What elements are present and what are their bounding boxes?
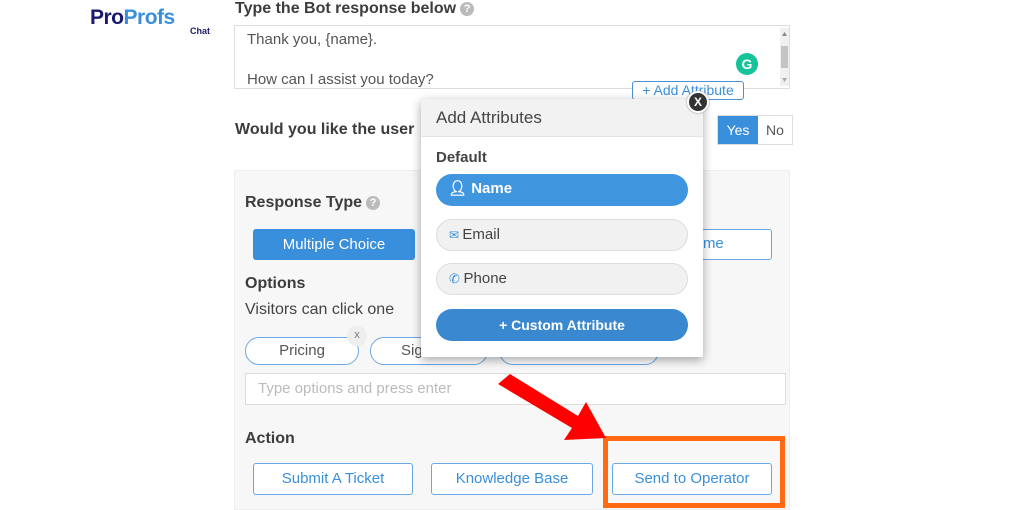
attribute-email[interactable]: ✉ Email xyxy=(436,219,688,251)
help-icon[interactable]: ? xyxy=(366,196,381,210)
default-section-label: Default xyxy=(436,149,487,166)
remove-chip-icon[interactable]: x xyxy=(347,326,367,346)
help-icon[interactable]: ? xyxy=(460,2,475,16)
no-button[interactable]: No xyxy=(758,116,792,144)
multiple-choice-button[interactable]: Multiple Choice xyxy=(253,229,415,260)
options-hint: Visitors can click one xyxy=(245,301,395,318)
add-attributes-popup: Add Attributes Default 👤︎ Name ✉ Email ✆… xyxy=(421,99,703,357)
envelope-icon: ✉ xyxy=(449,228,463,242)
grammarly-icon[interactable]: G xyxy=(736,53,758,75)
submit-ticket-button[interactable]: Submit A Ticket xyxy=(253,463,413,495)
close-popup-button[interactable]: X xyxy=(687,91,709,113)
knowledge-base-button[interactable]: Knowledge Base xyxy=(431,463,593,495)
logo-subtitle: Chat xyxy=(190,26,210,36)
attribute-phone[interactable]: ✆ Phone xyxy=(436,263,688,295)
action-title: Action xyxy=(245,430,295,447)
red-arrow-icon xyxy=(498,374,606,440)
options-title: Options xyxy=(245,275,306,292)
bot-response-title: Type the Bot response below? xyxy=(235,0,475,18)
custom-attribute-button[interactable]: + Custom Attribute xyxy=(436,309,688,341)
option-chip-pricing[interactable]: Pricing xyxy=(245,337,359,365)
phone-icon: ✆ xyxy=(449,271,464,286)
user-question-label: Would you like the user xyxy=(235,121,415,138)
proprofs-logo: ProProfs xyxy=(90,6,175,29)
highlight-box xyxy=(603,436,785,508)
yes-button[interactable]: Yes xyxy=(718,116,758,144)
user-icon: 👤︎ xyxy=(448,180,472,197)
popup-title: Add Attributes xyxy=(421,99,703,137)
attribute-name[interactable]: 👤︎ Name xyxy=(436,174,688,206)
bot-response-textarea[interactable]: Thank you, {name}. How can I assist you t… xyxy=(234,25,790,89)
yes-no-toggle[interactable]: Yes No xyxy=(717,115,793,145)
response-type-title: Response Type? xyxy=(245,194,381,212)
textarea-scrollbar[interactable] xyxy=(780,28,789,86)
